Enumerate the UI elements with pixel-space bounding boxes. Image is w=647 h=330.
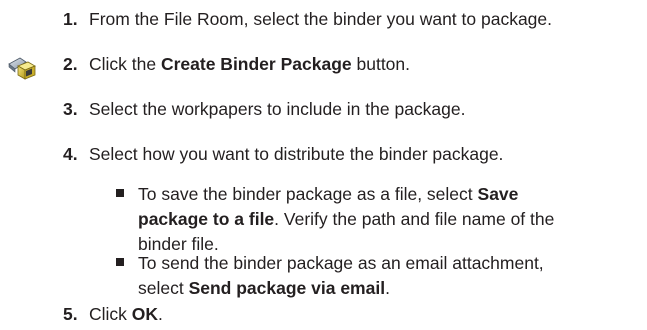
option-name: Send package via email — [188, 278, 386, 298]
option-name: package to a file — [138, 209, 275, 229]
button-name: OK — [131, 304, 159, 324]
step-number: 1. — [63, 9, 78, 29]
bullet-text: To save the binder package as a file, se… — [138, 184, 478, 204]
bullet-text: . Verify the path and file name of the — [274, 209, 555, 229]
step-text: From the File Room, select the binder yo… — [89, 9, 553, 29]
button-name: Create Binder Package — [160, 54, 352, 74]
bullet-square-icon — [116, 258, 124, 266]
step-4: 4. Select how you want to distribute the … — [63, 142, 503, 166]
step-text: Click — [89, 304, 132, 324]
step-text: Select how you want to distribute the bi… — [89, 144, 504, 164]
step-2: 2. Click the Create Binder Package button… — [63, 52, 410, 76]
step-text: button. — [351, 54, 411, 74]
bullet-text: select — [138, 278, 189, 298]
step-number: 4. — [63, 144, 78, 164]
step-1: 1. From the File Room, select the binder … — [63, 7, 552, 31]
create-binder-package-icon — [8, 57, 36, 80]
bullet-text: To send the binder package as an email a… — [138, 253, 544, 273]
step-text: Click the — [89, 54, 161, 74]
step-number: 3. — [63, 99, 78, 119]
step-5: 5. Click OK. — [63, 302, 163, 326]
step-text: Select the workpapers to include in the … — [89, 99, 466, 119]
bullet-text: . — [385, 278, 390, 298]
step-number: 5. — [63, 304, 78, 324]
step-number: 2. — [63, 54, 78, 74]
bullet-square-icon — [116, 189, 124, 197]
step-3: 3. Select the workpapers to include in th… — [63, 97, 465, 121]
step-text: . — [158, 304, 163, 324]
option-name: Save — [477, 184, 519, 204]
